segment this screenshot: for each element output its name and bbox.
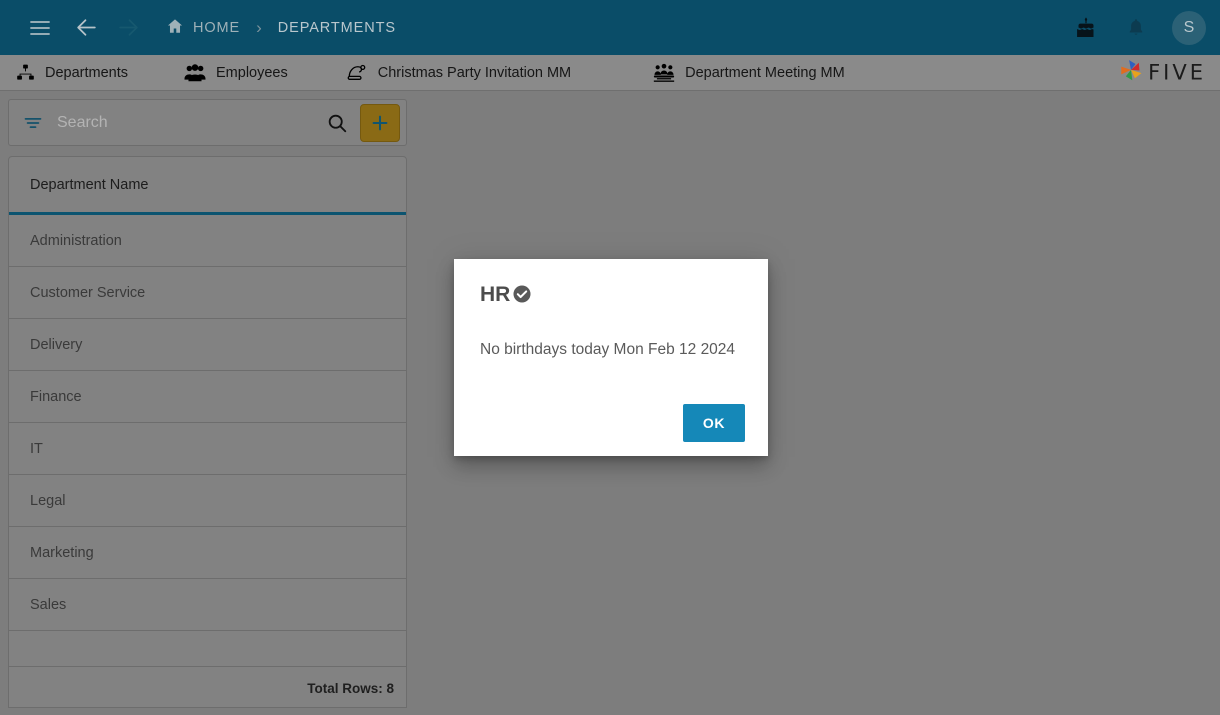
add-record-button[interactable] <box>360 103 400 142</box>
list-item[interactable]: Customer Service <box>9 267 406 319</box>
avatar-initial: S <box>1183 18 1195 36</box>
breadcrumb: HOME › DEPARTMENTS <box>166 17 396 39</box>
tab-departments[interactable]: Departments <box>16 55 152 91</box>
forward-arrow-icon[interactable] <box>108 8 148 48</box>
tab-department-meeting[interactable]: Department Meeting MM <box>653 55 869 91</box>
column-header-department-name[interactable]: Department Name <box>9 157 406 215</box>
list-item-label: Delivery <box>30 336 83 353</box>
five-pinwheel-icon <box>1118 57 1144 88</box>
total-rows-footer: Total Rows: 8 <box>9 667 406 707</box>
list-item[interactable]: Legal <box>9 475 406 527</box>
tab-employees[interactable]: Employees <box>184 55 312 91</box>
notification-bell-icon[interactable] <box>1116 8 1156 48</box>
departments-list-panel: Department Name Administration Customer … <box>8 156 407 708</box>
birthday-cake-icon[interactable] <box>1066 8 1106 48</box>
list-item[interactable]: Sales <box>9 579 406 631</box>
breadcrumb-item-home[interactable]: HOME <box>166 17 240 39</box>
brand-name: FIVE <box>1148 60 1206 85</box>
breadcrumb-departments-label: DEPARTMENTS <box>277 19 396 36</box>
list-item-label: Customer Service <box>30 284 146 301</box>
ok-button[interactable]: OK <box>683 404 745 442</box>
filter-icon[interactable] <box>23 113 43 133</box>
tab-department-meeting-label: Department Meeting MM <box>685 64 845 81</box>
tab-christmas-party-invitation-label: Christmas Party Invitation MM <box>377 64 572 81</box>
list-item-label: Finance <box>30 388 82 405</box>
app-header-right: S <box>1066 8 1206 48</box>
column-header-label: Department Name <box>30 176 149 193</box>
list-item-label: IT <box>30 440 43 457</box>
app-header: HOME › DEPARTMENTS S <box>0 0 1220 55</box>
dialog-actions: OK <box>683 404 745 442</box>
santa-hat-icon <box>346 62 368 83</box>
total-rows-label: Total Rows: 8 <box>307 680 394 696</box>
module-tab-bar: Departments Employees Christmas Party In… <box>0 55 1220 91</box>
search-icon[interactable] <box>318 112 356 134</box>
tab-departments-label: Departments <box>45 64 129 81</box>
sitemap-icon <box>16 63 35 82</box>
list-item[interactable]: Marketing <box>9 527 406 579</box>
breadcrumb-item-departments[interactable]: DEPARTMENTS <box>278 20 396 36</box>
list-item[interactable]: Delivery <box>9 319 406 371</box>
meeting-icon <box>653 63 675 83</box>
list-item-label: Legal <box>30 492 66 509</box>
dialog-title: HR <box>480 283 744 305</box>
list-item-label: Marketing <box>30 544 94 561</box>
list-item[interactable]: Finance <box>9 371 406 423</box>
list-item-label: Sales <box>30 596 67 613</box>
users-icon <box>184 63 206 82</box>
dialog-message: No birthdays today Mon Feb 12 2024 <box>480 341 736 358</box>
breadcrumb-separator: › <box>256 18 262 37</box>
list-item[interactable]: Administration <box>9 215 406 267</box>
home-icon <box>166 17 184 39</box>
list-item-empty <box>9 631 406 667</box>
avatar[interactable]: S <box>1172 10 1206 45</box>
brand-logo: FIVE <box>1118 57 1206 88</box>
dialog-title-text: HR <box>480 282 511 306</box>
check-circle-icon <box>511 283 533 305</box>
tab-employees-label: Employees <box>216 64 288 81</box>
app-header-left: HOME › DEPARTMENTS <box>20 8 1066 48</box>
list-item-label: Administration <box>30 232 122 249</box>
tab-christmas-party-invitation[interactable]: Christmas Party Invitation MM <box>346 55 595 91</box>
breadcrumb-home-label: HOME <box>193 19 241 36</box>
back-arrow-icon[interactable] <box>66 8 106 48</box>
list-item[interactable]: IT <box>9 423 406 475</box>
search-bar <box>8 99 407 146</box>
hr-notification-dialog: HR No birthdays today Mon Feb 12 2024 OK <box>454 259 768 456</box>
search-input[interactable] <box>57 113 318 132</box>
hamburger-menu-icon[interactable] <box>20 8 60 48</box>
